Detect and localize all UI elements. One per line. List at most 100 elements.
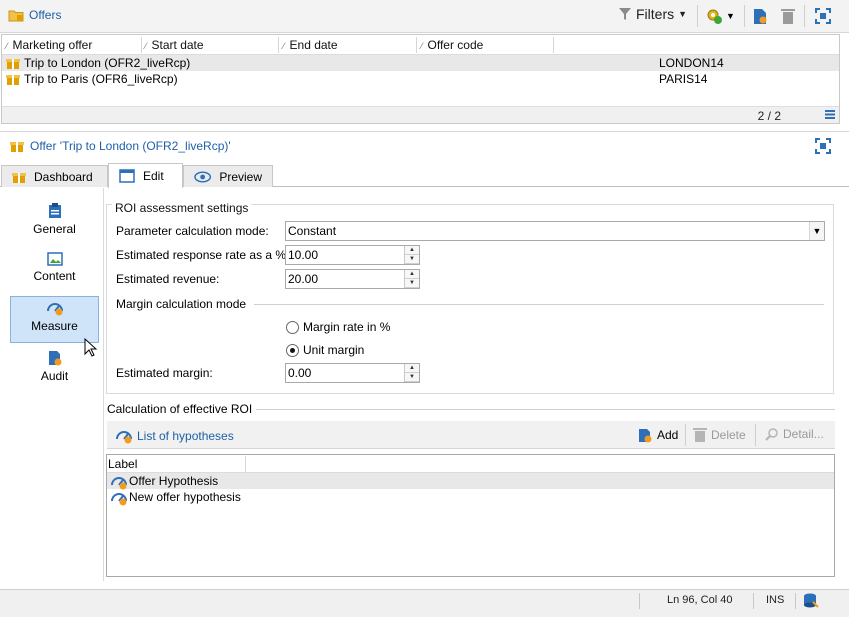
list-menu-icon[interactable]	[825, 109, 835, 119]
gift-icon	[6, 59, 20, 69]
col-label[interactable]: Label	[108, 457, 137, 471]
hypotheses-title[interactable]: List of hypotheses	[115, 428, 234, 444]
gauge-icon	[111, 493, 127, 506]
audit-icon	[48, 351, 61, 366]
offers-list: Marketing offer Start date End date Offe…	[1, 34, 840, 124]
param-mode-label: Parameter calculation mode:	[116, 224, 269, 238]
offers-list-header: Marketing offer Start date End date Offe…	[2, 35, 839, 55]
detail-tabs: Dashboard Edit Preview	[0, 163, 849, 188]
nav-general[interactable]: General	[10, 200, 99, 247]
gauge-icon	[116, 431, 132, 444]
param-mode-select[interactable]: Constant ▼	[285, 221, 825, 241]
chevron-down-icon[interactable]: ▼	[809, 222, 824, 240]
response-rate-field[interactable]: 10.00 ▲ ▼	[285, 245, 420, 265]
list-item[interactable]: Offer Hypothesis	[107, 473, 834, 490]
spin-up-icon[interactable]: ▲	[405, 364, 419, 373]
maximize-icon[interactable]	[815, 8, 831, 24]
margin-field[interactable]: 0.00 ▲ ▼	[285, 363, 420, 383]
hypotheses-toolbar: List of hypotheses Add Delete Detail...	[107, 421, 835, 449]
spin-down-icon[interactable]: ▼	[405, 279, 419, 288]
offer-code: LONDON14	[659, 56, 724, 70]
margin-mode-title: Margin calculation mode	[116, 297, 247, 311]
spinner[interactable]: ▲ ▼	[404, 246, 419, 264]
table-row[interactable]: Trip to Paris (OFR6_liveRcp) PARIS14	[2, 71, 839, 87]
table-row[interactable]: Trip to London (OFR2_liveRcp) LONDON14	[2, 55, 839, 71]
tab-preview[interactable]: Preview	[183, 165, 273, 187]
col-offer-code[interactable]: Offer code	[421, 38, 484, 52]
divider	[256, 409, 835, 410]
new-offer-icon[interactable]	[752, 7, 768, 25]
gauge-icon	[111, 477, 127, 490]
trash-icon	[693, 428, 707, 442]
gift-icon	[6, 75, 20, 85]
database-icon[interactable]	[803, 593, 819, 609]
spin-down-icon[interactable]: ▼	[405, 373, 419, 382]
col-marketing-offer[interactable]: Marketing offer	[6, 38, 93, 52]
offer-detail-header: Offer 'Trip to London (OFR2_liveRcp)'	[0, 131, 849, 159]
gift-icon	[12, 172, 26, 183]
magnifier-icon	[765, 428, 778, 441]
toolbar-separator	[697, 5, 698, 27]
spinner[interactable]: ▲ ▼	[404, 364, 419, 382]
offer-name: Trip to Paris (OFR6_liveRcp)	[24, 72, 178, 86]
window-icon	[119, 169, 135, 183]
list-item[interactable]: New offer hypothesis	[107, 489, 834, 506]
gauge-icon	[46, 303, 63, 316]
toolbar-separator	[685, 424, 686, 446]
col-end-date[interactable]: End date	[283, 38, 338, 52]
col-start-date[interactable]: Start date	[145, 38, 204, 52]
spin-up-icon[interactable]: ▲	[405, 270, 419, 279]
effective-roi-title: Calculation of effective ROI	[107, 402, 253, 416]
add-button[interactable]: Add	[637, 427, 678, 443]
toolbar-separator	[744, 5, 745, 27]
radio-unit-margin[interactable]: Unit margin	[286, 343, 364, 357]
add-icon	[639, 429, 652, 443]
margin-label: Estimated margin:	[116, 366, 213, 380]
list-footer: 2 / 2	[2, 106, 839, 123]
roi-settings-title: ROI assessment settings	[112, 201, 252, 215]
filters-button[interactable]: Filters ▼	[618, 6, 687, 22]
funnel-icon	[619, 8, 631, 20]
left-nav: General Content Measure Audit	[1, 188, 104, 581]
gear-icon	[707, 9, 722, 24]
offers-folder-icon	[8, 10, 24, 22]
radio-margin-rate[interactable]: Margin rate in %	[286, 320, 390, 334]
insert-mode: INS	[766, 594, 785, 606]
divider	[254, 304, 824, 305]
revenue-label: Estimated revenue:	[116, 272, 220, 286]
chevron-down-icon: ▼	[678, 9, 688, 19]
hypotheses-list: Label Offer Hypothesis New offer hypothe…	[106, 454, 835, 577]
toolbar-separator	[804, 5, 805, 27]
clipboard-icon	[48, 203, 61, 218]
toolbar-separator	[755, 424, 756, 446]
chevron-down-icon: ▼	[726, 11, 735, 21]
offer-name: Trip to London (OFR2_liveRcp)	[24, 56, 191, 70]
offer-code: PARIS14	[659, 72, 708, 86]
mouse-cursor-icon	[84, 338, 98, 357]
radio-circle[interactable]	[286, 320, 299, 334]
maximize-icon[interactable]	[815, 138, 831, 154]
spinner[interactable]: ▲ ▼	[404, 270, 419, 288]
nav-content[interactable]: Content	[10, 249, 99, 296]
eye-icon	[194, 170, 212, 183]
cursor-position: Ln 96, Col 40	[667, 594, 733, 606]
response-rate-label: Estimated response rate as a %:	[116, 248, 290, 262]
spin-up-icon[interactable]: ▲	[405, 246, 419, 255]
spin-down-icon[interactable]: ▼	[405, 255, 419, 264]
radio-circle[interactable]	[286, 343, 299, 357]
detail-button[interactable]: Detail...	[765, 427, 824, 441]
offer-detail-title: Offer 'Trip to London (OFR2_liveRcp)'	[10, 139, 231, 153]
pagination-count: 2 / 2	[757, 109, 781, 123]
gift-icon	[10, 142, 24, 152]
image-icon	[46, 252, 63, 266]
top-toolbar: Offers Filters ▼ ▼	[0, 0, 849, 33]
delete-button[interactable]: Delete	[693, 427, 746, 443]
hypotheses-list-header: Label	[107, 455, 834, 473]
nav-measure[interactable]: Measure	[10, 296, 99, 343]
tab-edit[interactable]: Edit	[108, 163, 183, 188]
offers-title[interactable]: Offers	[8, 8, 61, 22]
tab-dashboard[interactable]: Dashboard	[1, 165, 108, 187]
settings-menu-button[interactable]: ▼	[705, 7, 735, 25]
revenue-field[interactable]: 20.00 ▲ ▼	[285, 269, 420, 289]
trash-icon[interactable]	[780, 7, 796, 25]
